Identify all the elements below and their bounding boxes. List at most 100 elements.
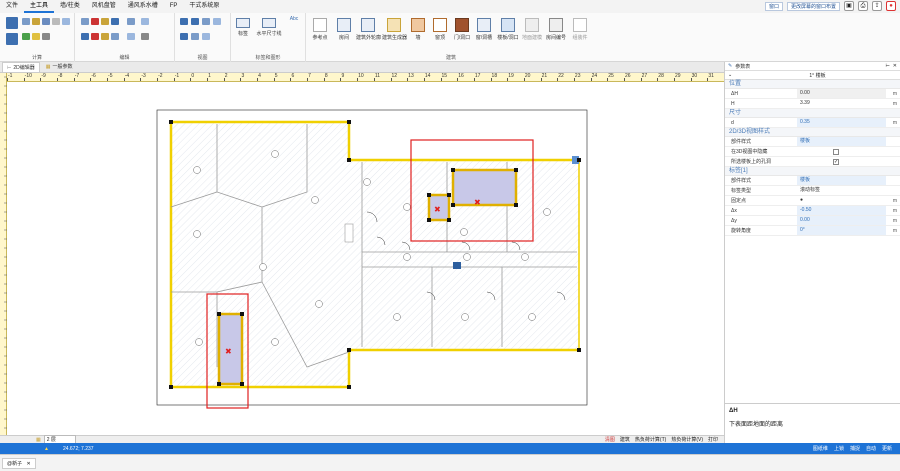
- panel-pin-icon[interactable]: ⊢: [885, 63, 889, 69]
- prop-row: 部件样式 楼板: [725, 176, 900, 186]
- align-icon[interactable]: [127, 33, 135, 40]
- drop-icon[interactable]: [52, 18, 60, 25]
- rotate-icon[interactable]: [127, 18, 135, 25]
- yellow-icon[interactable]: [32, 33, 40, 40]
- tab-general-params[interactable]: ▦ 一般参数: [42, 62, 77, 72]
- bottom-tool-clear[interactable]: 清图: [605, 436, 615, 443]
- ref-point-button[interactable]: 参考点: [308, 16, 332, 48]
- window-button[interactable]: 窗/洞槽: [472, 16, 496, 48]
- paste-icon[interactable]: [101, 18, 109, 25]
- mirror-icon[interactable]: [141, 18, 149, 25]
- prop-row: 标签类型 滚动标签: [725, 186, 900, 196]
- door-button[interactable]: 门/洞口: [450, 16, 474, 48]
- zoom-out-icon[interactable]: [191, 18, 199, 25]
- bottom-tool-heat-t[interactable]: 热负荷计算(T): [635, 436, 666, 443]
- dimension-tool-button[interactable]: 水平尺寸线: [255, 16, 283, 48]
- green-check-icon[interactable]: [22, 33, 30, 40]
- text-tool-button[interactable]: Abc: [285, 16, 303, 48]
- prop-value-field[interactable]: -0.50: [797, 206, 886, 215]
- prop-value-field[interactable]: 0.00: [797, 89, 886, 98]
- user-icon[interactable]: ▣: [844, 1, 854, 11]
- assembly-button[interactable]: 组装件: [568, 16, 592, 48]
- status-item-5[interactable]: 更新: [882, 445, 892, 452]
- prop-section-header[interactable]: 位置: [725, 80, 900, 89]
- panel-close-icon[interactable]: ✕: [893, 63, 897, 69]
- prop-checkbox[interactable]: [833, 148, 839, 155]
- prop-value-field[interactable]: 0.00: [797, 216, 886, 225]
- drawing-canvas[interactable]: ✖ ✖ ✖: [7, 82, 724, 435]
- floor-model-button[interactable]: 地面建模: [520, 16, 544, 48]
- zoom-all-icon[interactable]: [213, 18, 221, 25]
- menu-fan-coil[interactable]: 风机盘管: [86, 0, 122, 13]
- doc-tab-close-icon[interactable]: ✕: [26, 461, 30, 467]
- prop-value-field[interactable]: ●: [797, 196, 886, 205]
- room-number-button[interactable]: 房间编号: [544, 16, 568, 48]
- window-select[interactable]: 窗口: [764, 1, 783, 11]
- room-button[interactable]: 房间: [332, 16, 356, 48]
- doc-tab[interactable]: @新子 ✕: [2, 458, 36, 469]
- scale-icon[interactable]: [101, 33, 109, 40]
- list-icon[interactable]: [6, 17, 18, 29]
- save-icon[interactable]: [42, 18, 50, 25]
- menu-dry-system[interactable]: 干式系统原: [183, 0, 225, 13]
- ruler-tick-label: 1: [208, 73, 211, 79]
- prop-value-field[interactable]: 楼板: [797, 176, 886, 185]
- prop-section-header[interactable]: 2D/3D视图样式: [725, 128, 900, 137]
- prop-value-field[interactable]: 0°: [797, 226, 886, 235]
- slab-button[interactable]: 楼板/洞口: [496, 16, 520, 48]
- generator-button[interactable]: 建筑生成器: [382, 16, 407, 48]
- panel-selection[interactable]: ⌄ 1° 楼板: [725, 71, 900, 80]
- zoom-in-icon[interactable]: [180, 18, 188, 25]
- water-icon[interactable]: [62, 18, 70, 25]
- floor-plan[interactable]: ✖ ✖ ✖: [7, 82, 724, 435]
- array-icon[interactable]: [81, 33, 89, 40]
- ruler-tick: [307, 78, 309, 81]
- pin-icon: ⊢: [7, 64, 12, 71]
- prop-value-field[interactable]: 楼板: [797, 137, 886, 146]
- offset-icon[interactable]: [111, 33, 119, 40]
- prop-section-header[interactable]: 标签[1]: [725, 167, 900, 176]
- delete-icon[interactable]: [91, 33, 99, 40]
- ruler-tick: [357, 78, 359, 81]
- gear-icon[interactable]: [42, 33, 50, 40]
- status-item-1[interactable]: 图纸维: [813, 445, 828, 452]
- cut-icon[interactable]: [91, 18, 99, 25]
- move-icon[interactable]: [111, 18, 119, 25]
- outline-button[interactable]: 建筑外轮廓: [356, 16, 381, 48]
- zoom-window-icon[interactable]: [202, 18, 210, 25]
- pan-icon[interactable]: [180, 33, 188, 40]
- menu-file[interactable]: 文件: [0, 0, 24, 13]
- prop-checkbox[interactable]: ✓: [833, 158, 839, 165]
- menu-fp[interactable]: FP: [164, 0, 184, 13]
- menu-walls[interactable]: 墙/柱类: [54, 0, 86, 13]
- trim-icon[interactable]: [141, 33, 149, 40]
- tab-2d-editor[interactable]: ⊢ 2D编辑器: [2, 62, 40, 72]
- status-item-3[interactable]: 捕捉: [850, 445, 860, 452]
- refresh-icon[interactable]: [191, 33, 199, 40]
- opening-top-large[interactable]: [451, 168, 518, 207]
- prop-section-header[interactable]: 尺寸: [725, 109, 900, 118]
- layout-select[interactable]: 更改屏幕的窗口布置: [786, 1, 840, 11]
- lock-icon[interactable]: [32, 18, 40, 25]
- status-item-2[interactable]: 上锁: [834, 445, 844, 452]
- prop-value-field[interactable]: 滚动标签: [797, 186, 886, 195]
- ribbon-group-calc: 计算: [0, 13, 75, 62]
- alert-icon[interactable]: ●: [886, 1, 896, 11]
- table-icon[interactable]: [22, 18, 30, 25]
- prop-value-field[interactable]: 3.39: [797, 99, 886, 108]
- export-icon[interactable]: ⇪: [872, 1, 882, 11]
- wall-button[interactable]: 墙: [406, 16, 430, 48]
- prop-value-field[interactable]: 0.35: [797, 118, 886, 127]
- bottom-tool-heat-v[interactable]: 热负荷计算(V): [671, 436, 703, 443]
- print-icon[interactable]: ⎙: [858, 1, 868, 11]
- status-item-4[interactable]: 自动: [866, 445, 876, 452]
- copy-icon[interactable]: [81, 18, 89, 25]
- menu-main-tools[interactable]: 主工具: [24, 0, 55, 13]
- grid-icon[interactable]: [6, 33, 18, 45]
- roof-button[interactable]: 窗顶: [428, 16, 452, 48]
- layers-icon[interactable]: [202, 33, 210, 40]
- menu-ventilation[interactable]: 通风系水槽: [122, 0, 164, 13]
- bottom-tool-building[interactable]: 建筑: [620, 436, 630, 443]
- label-tool-button[interactable]: 标签: [233, 16, 253, 48]
- bottom-tool-print[interactable]: 打印: [708, 436, 718, 443]
